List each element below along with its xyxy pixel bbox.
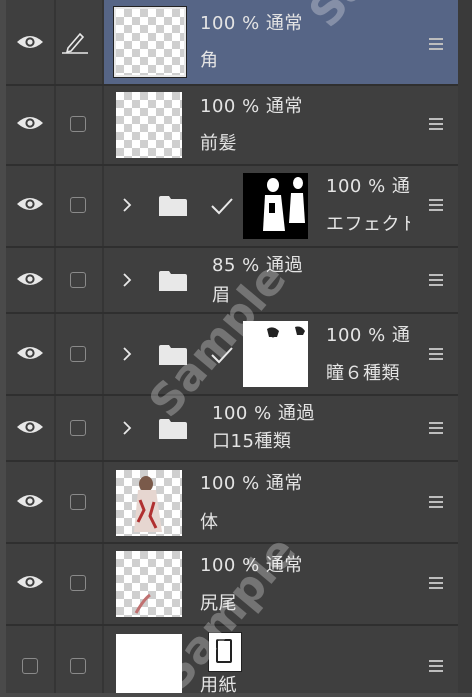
layer-row-shippo[interactable]: 100 % 通常 尻尾 xyxy=(0,544,472,624)
layer-blend-mode: 通過 xyxy=(277,403,315,424)
layer-blend-mode: 通 xyxy=(391,325,410,346)
layer-row-kuchi[interactable]: 100 % 通過 口15種類 xyxy=(0,396,472,460)
layer-opacity: 85 % xyxy=(212,255,260,276)
layer-mask-thumbnail xyxy=(243,173,308,239)
layer-lock-checkbox[interactable] xyxy=(70,272,86,288)
visibility-checkbox[interactable] xyxy=(22,658,38,674)
layer-mask-thumbnail xyxy=(243,321,308,387)
layer-opacity: 100 % xyxy=(212,403,272,424)
hamburger-menu-icon[interactable] xyxy=(429,118,443,132)
layer-thumbnail xyxy=(116,470,182,536)
pencil-icon[interactable] xyxy=(60,30,90,54)
layer-blend-mode: 通 xyxy=(391,176,410,197)
layer-thumbnail xyxy=(116,92,182,158)
layer-row-yoshi[interactable]: 用紙 xyxy=(0,626,472,696)
eye-icon[interactable] xyxy=(16,419,44,435)
layer-opacity: 100 % xyxy=(200,13,260,34)
layer-row-mayu[interactable]: 85 % 通過 眉 xyxy=(0,248,472,312)
hamburger-menu-icon[interactable] xyxy=(429,496,443,510)
scrollbar[interactable] xyxy=(458,0,472,693)
hamburger-menu-icon[interactable] xyxy=(429,38,443,52)
chevron-right-icon[interactable] xyxy=(120,196,134,214)
eye-icon[interactable] xyxy=(16,493,44,509)
layer-name: 口15種類 xyxy=(212,431,292,452)
layer-row-hitomi[interactable]: 100 % 通 瞳６種類 xyxy=(0,314,472,394)
layer-opacity: 100 % xyxy=(200,96,260,117)
layer-lock-checkbox[interactable] xyxy=(70,197,86,213)
layer-opacity: 100 % xyxy=(200,555,260,576)
hamburger-menu-icon[interactable] xyxy=(429,348,443,362)
eye-icon[interactable] xyxy=(16,345,44,361)
layer-row-effect[interactable]: 100 % 通 エフェクト xyxy=(0,166,472,246)
tail-figure-icon xyxy=(134,593,151,614)
layer-thumbnail xyxy=(113,6,187,78)
hamburger-menu-icon[interactable] xyxy=(429,577,443,591)
layer-lock-checkbox[interactable] xyxy=(70,420,86,436)
eye-icon[interactable] xyxy=(16,271,44,287)
eye-icon[interactable] xyxy=(16,115,44,131)
layer-row-maegami[interactable]: 100 % 通常 前髪 xyxy=(0,86,472,164)
layer-blend-mode: 通常 xyxy=(265,555,303,576)
hamburger-menu-icon[interactable] xyxy=(429,199,443,213)
hamburger-menu-icon[interactable] xyxy=(429,660,443,674)
chevron-right-icon[interactable] xyxy=(120,271,134,289)
paper-icon xyxy=(208,632,242,672)
layer-row-karada[interactable]: 100 % 通常 体 xyxy=(0,462,472,542)
layer-name: 前髪 xyxy=(200,133,237,154)
layer-name: 用紙 xyxy=(200,675,237,696)
layer-blend-mode: 通常 xyxy=(265,96,303,117)
layer-row-tsuno[interactable]: 100 % 通常 角 xyxy=(0,0,472,84)
layer-blend-mode: 通過 xyxy=(265,255,303,276)
chevron-right-icon[interactable] xyxy=(120,419,134,437)
mask-eyes-icon xyxy=(267,326,305,338)
layer-name: 体 xyxy=(200,512,219,533)
folder-icon xyxy=(159,419,187,439)
layer-name: 尻尾 xyxy=(200,593,237,614)
layer-name: エフェクト xyxy=(326,214,410,235)
layer-name: 瞳６種類 xyxy=(326,363,400,384)
layer-name: 眉 xyxy=(212,285,231,306)
character-figure-icon xyxy=(134,476,162,532)
layer-opacity: 100 % xyxy=(326,176,386,197)
chevron-right-icon[interactable] xyxy=(120,345,134,363)
checkmark-icon[interactable] xyxy=(209,345,235,365)
layer-opacity: 100 % xyxy=(200,473,260,494)
hamburger-menu-icon[interactable] xyxy=(429,422,443,436)
layer-name: 角 xyxy=(200,50,219,71)
folder-icon xyxy=(159,196,187,216)
layer-thumbnail xyxy=(116,551,182,617)
eye-icon[interactable] xyxy=(16,574,44,590)
layer-blend-mode: 通常 xyxy=(265,13,303,34)
layer-panel: 100 % 通常 角 100 % 通常 前髪 100 % 通 エフェクト 85 … xyxy=(0,0,472,696)
hamburger-menu-icon[interactable] xyxy=(429,274,443,288)
mask-figure-icon xyxy=(263,177,305,231)
layer-lock-checkbox[interactable] xyxy=(70,575,86,591)
folder-icon xyxy=(159,345,187,365)
eye-icon[interactable] xyxy=(16,34,44,50)
layer-lock-checkbox[interactable] xyxy=(70,116,86,132)
eye-icon[interactable] xyxy=(16,196,44,212)
layer-lock-checkbox[interactable] xyxy=(70,346,86,362)
layer-thumbnail xyxy=(116,634,182,693)
folder-icon xyxy=(159,271,187,291)
layer-blend-mode: 通常 xyxy=(265,473,303,494)
layer-lock-checkbox[interactable] xyxy=(70,658,86,674)
layer-opacity: 100 % xyxy=(326,325,386,346)
layer-lock-checkbox[interactable] xyxy=(70,494,86,510)
checkmark-icon[interactable] xyxy=(209,196,235,216)
